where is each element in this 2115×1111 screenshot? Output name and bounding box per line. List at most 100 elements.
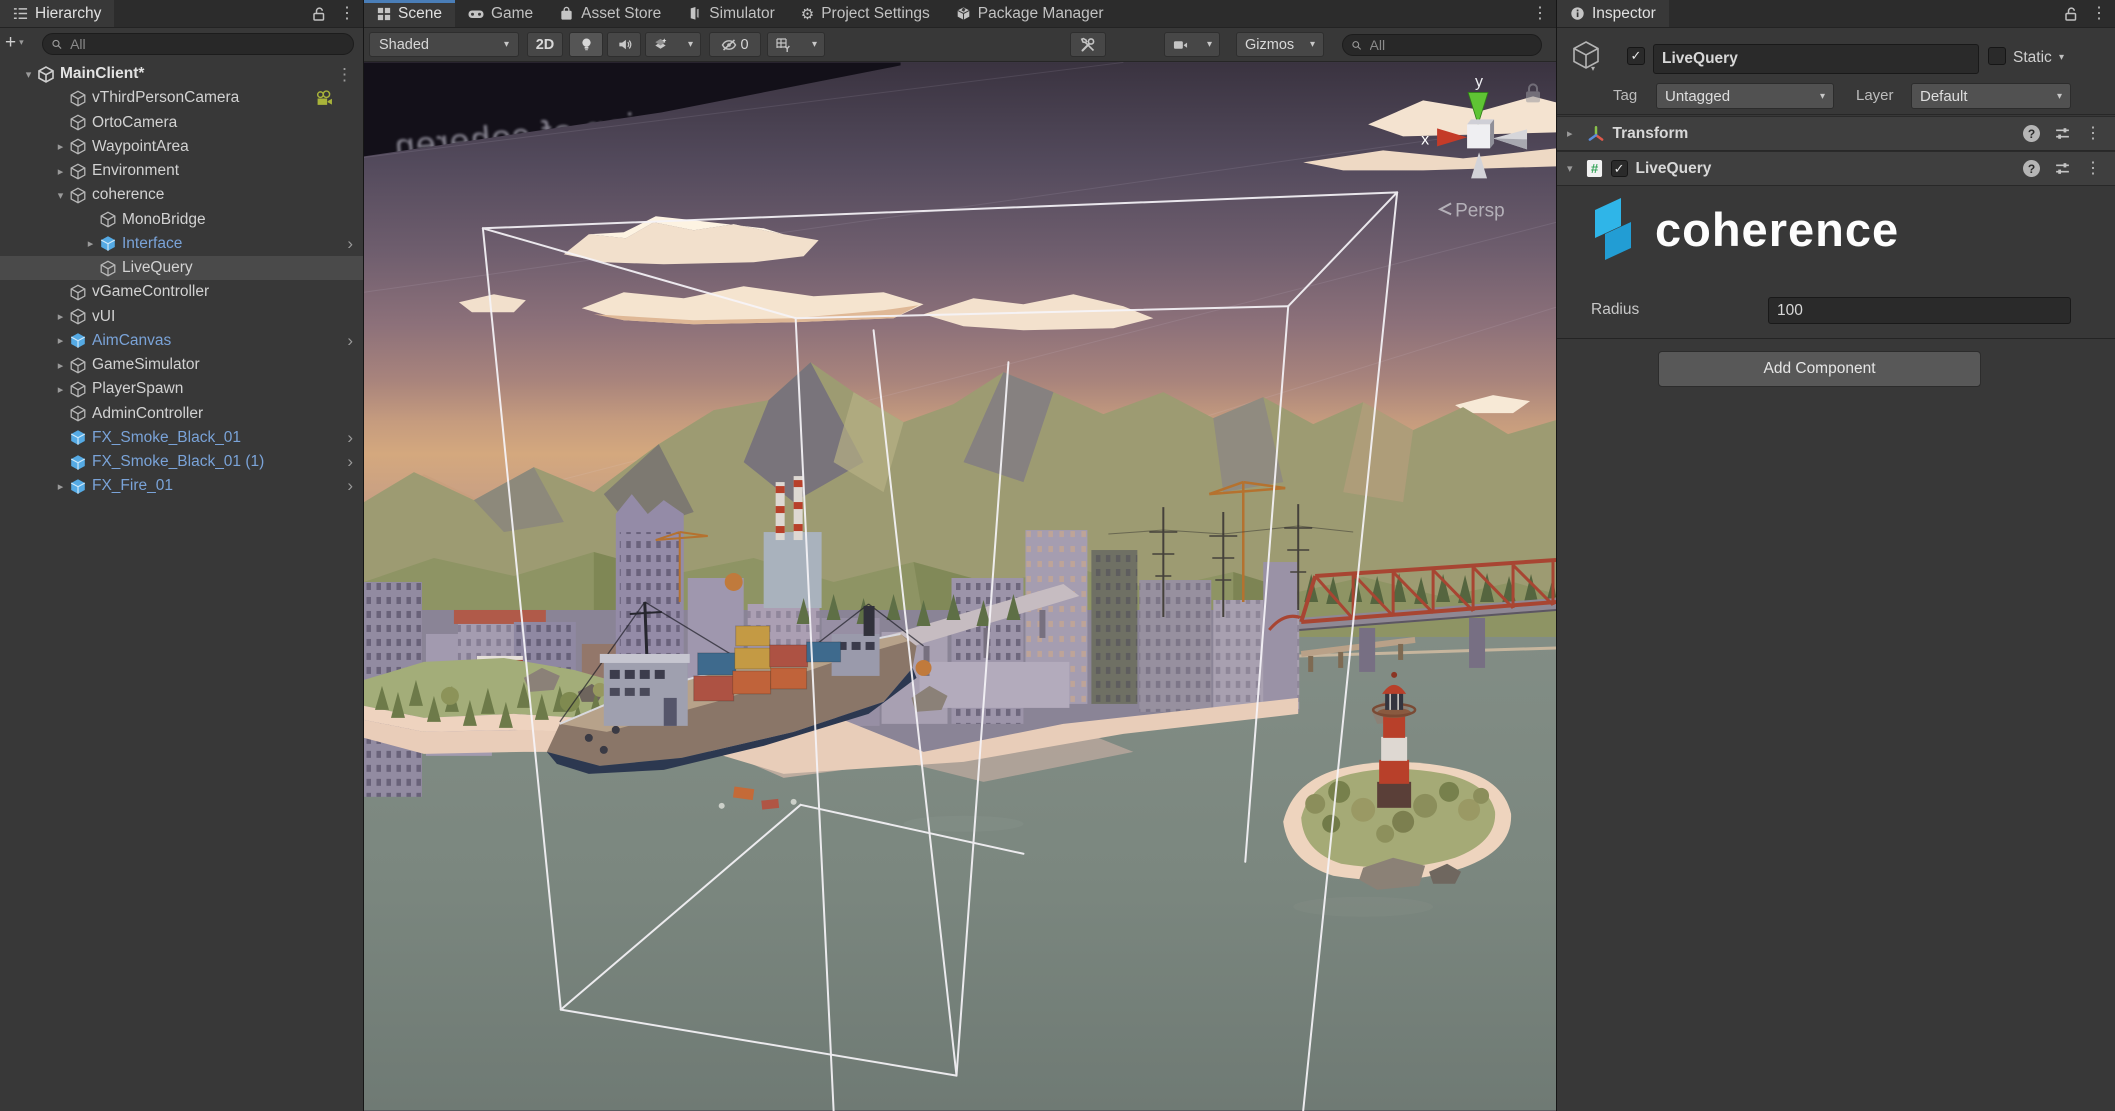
- lock-icon[interactable]: [2063, 6, 2079, 22]
- tree-item-admincontroller[interactable]: AdminController: [0, 402, 363, 426]
- prefab-chevron-icon[interactable]: ›: [347, 452, 353, 472]
- expander-icon[interactable]: ▾: [1567, 162, 1573, 175]
- scene-viewport[interactable]: using alpha version of coheren y x: [364, 62, 1556, 1111]
- tree-item-fx-fire-01[interactable]: ▸ FX_Fire_01 ›: [0, 474, 363, 498]
- tab-package-manager[interactable]: Package Manager: [943, 0, 1117, 27]
- effects-dropdown-button[interactable]: ▾: [645, 32, 701, 57]
- tree-item-gamesimulator[interactable]: ▸ GameSimulator: [0, 353, 363, 377]
- static-checkbox[interactable]: [1988, 47, 2006, 65]
- presets-icon[interactable]: [2054, 160, 2071, 177]
- static-dropdown-icon[interactable]: ▾: [2059, 52, 2064, 63]
- livequery-component-header[interactable]: ▾ ✓ LiveQuery ? ⋮: [1557, 151, 2115, 186]
- help-icon[interactable]: ?: [2023, 125, 2040, 142]
- prefab-chevron-icon[interactable]: ›: [347, 234, 353, 254]
- tab-hierarchy[interactable]: Hierarchy: [0, 0, 114, 27]
- tree-item-aimcanvas[interactable]: ▸ AimCanvas ›: [0, 329, 363, 353]
- expander-icon[interactable]: ▸: [52, 359, 69, 372]
- effects-layers-icon: [653, 37, 668, 52]
- gizmo-cube[interactable]: [1467, 124, 1490, 148]
- expander-icon[interactable]: ▸: [52, 165, 69, 178]
- hierarchy-menu-icon[interactable]: ⋮: [339, 6, 355, 22]
- coherence-logo-text: coherence: [1655, 202, 1899, 257]
- prefab-cube-icon: [69, 454, 87, 471]
- tree-item-fx-smoke-black-01-1[interactable]: FX_Smoke_Black_01 (1) ›: [0, 450, 363, 474]
- tab-inspector[interactable]: Inspector: [1557, 0, 1669, 27]
- grid-axis-icon: [775, 37, 791, 53]
- tree-item-waypointarea[interactable]: ▸ WaypointArea: [0, 135, 363, 159]
- tree-item-mainclient[interactable]: ▾ MainClient* ⋮: [0, 62, 363, 86]
- component-menu-icon[interactable]: ⋮: [2085, 161, 2101, 177]
- tree-item-monobridge[interactable]: MonoBridge: [0, 208, 363, 232]
- hierarchy-list-icon: [13, 6, 28, 21]
- tab-simulator[interactable]: Simulator: [674, 0, 787, 27]
- expander-icon[interactable]: ▸: [52, 383, 69, 396]
- radius-field[interactable]: [1768, 297, 2071, 324]
- transform-component-header[interactable]: ▸ Transform ? ⋮: [1557, 116, 2115, 151]
- tab-asset-store[interactable]: Asset Store: [546, 0, 674, 27]
- camera-settings-dropdown[interactable]: ▾: [1164, 32, 1220, 57]
- gamepad-icon: [468, 6, 484, 22]
- hierarchy-search-input[interactable]: [68, 35, 345, 53]
- tag-dropdown[interactable]: Untagged▾: [1656, 83, 1834, 109]
- scene-menu-icon[interactable]: ⋮: [336, 66, 353, 83]
- axis-y-label: y: [1475, 73, 1483, 90]
- add-component-button[interactable]: Add Component: [1658, 351, 1981, 387]
- lighting-toggle-button[interactable]: [569, 32, 603, 57]
- lock-icon[interactable]: [311, 6, 327, 22]
- scene-search-input[interactable]: [1368, 36, 1533, 54]
- tree-item-livequery[interactable]: LiveQuery: [0, 256, 363, 280]
- shading-mode-dropdown[interactable]: Shaded▾: [369, 32, 519, 57]
- hierarchy-search-field[interactable]: [42, 33, 354, 55]
- tree-item-vui[interactable]: ▸ vUI: [0, 305, 363, 329]
- expander-icon[interactable]: ▸: [52, 310, 69, 323]
- tree-item-vgamecontroller[interactable]: vGameController: [0, 280, 363, 304]
- prefab-chevron-icon[interactable]: ›: [347, 331, 353, 351]
- speaker-icon: [617, 37, 632, 52]
- create-object-button[interactable]: +: [5, 33, 16, 52]
- expander-icon[interactable]: ▸: [52, 140, 69, 153]
- expander-icon[interactable]: ▸: [52, 480, 69, 493]
- inspector-menu-icon[interactable]: ⋮: [2091, 6, 2107, 22]
- hierarchy-panel: Hierarchy ⋮ + ▾ ▾ MainClient* ⋮: [0, 0, 363, 1111]
- object-name-field[interactable]: [1653, 44, 1979, 74]
- expander-icon[interactable]: ▸: [52, 334, 69, 347]
- icon-dropdown-arrow[interactable]: ▾: [1591, 64, 1595, 73]
- tree-item-coherence[interactable]: ▾ coherence: [0, 183, 363, 207]
- gizmos-dropdown[interactable]: Gizmos▾: [1236, 32, 1324, 57]
- eye-off-icon: [721, 37, 737, 53]
- hierarchy-toolbar: + ▾: [0, 28, 363, 60]
- tab-project-settings[interactable]: ⚙ Project Settings: [788, 0, 943, 27]
- tree-item-environment[interactable]: ▸ Environment: [0, 159, 363, 183]
- active-checkbox[interactable]: ✓: [1627, 47, 1645, 65]
- help-icon[interactable]: ?: [2023, 160, 2040, 177]
- component-tools-button[interactable]: [1070, 32, 1106, 57]
- grid-visibility-dropdown[interactable]: ▾: [767, 32, 825, 57]
- tree-item-vthirdpersoncamera[interactable]: vThirdPersonCamera: [0, 86, 363, 110]
- 2d-toggle-button[interactable]: 2D: [527, 32, 563, 57]
- create-dropdown-icon[interactable]: ▾: [19, 37, 24, 48]
- prefab-chevron-icon[interactable]: ›: [347, 428, 353, 448]
- tree-item-interface[interactable]: ▸ Interface ›: [0, 232, 363, 256]
- expander-icon[interactable]: ▾: [52, 189, 69, 202]
- search-icon: [1351, 39, 1363, 52]
- scene-toolbar: Shaded▾ 2D ▾ 0 ▾: [364, 28, 1556, 62]
- component-enabled-checkbox[interactable]: ✓: [1611, 160, 1628, 177]
- inspector-panel: Inspector ⋮ ▾ ✓ Static ▾ Tag Untagged▾: [1557, 0, 2115, 1111]
- prefab-chevron-icon[interactable]: ›: [347, 476, 353, 496]
- expander-icon[interactable]: ▸: [1567, 127, 1573, 140]
- tab-game[interactable]: Game: [455, 0, 546, 27]
- expander-icon[interactable]: ▾: [20, 68, 37, 81]
- component-menu-icon[interactable]: ⋮: [2085, 126, 2101, 142]
- tree-item-fx-smoke-black-01[interactable]: FX_Smoke_Black_01 ›: [0, 426, 363, 450]
- prefab-cube-icon: [69, 332, 87, 349]
- scene-panel-menu-icon[interactable]: ⋮: [1532, 6, 1548, 22]
- hidden-objects-button[interactable]: 0: [709, 32, 761, 57]
- audio-toggle-button[interactable]: [607, 32, 641, 57]
- tree-item-ortocamera[interactable]: OrtoCamera: [0, 111, 363, 135]
- expander-icon[interactable]: ▸: [82, 237, 99, 250]
- tree-item-playerspawn[interactable]: ▸ PlayerSpawn: [0, 377, 363, 401]
- layer-dropdown[interactable]: Default▾: [1911, 83, 2071, 109]
- scene-search-field[interactable]: [1342, 34, 1542, 56]
- tab-scene[interactable]: Scene: [364, 0, 455, 27]
- presets-icon[interactable]: [2054, 125, 2071, 142]
